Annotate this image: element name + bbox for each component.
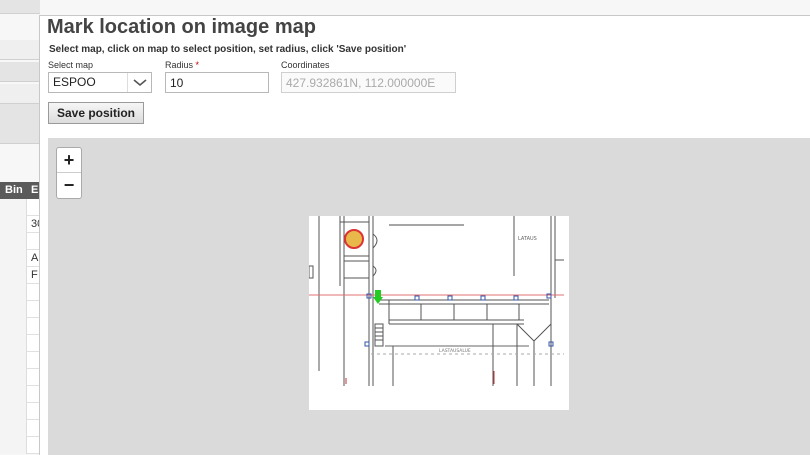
background-toolbar [0,0,40,14]
select-map-label: Select map [48,60,94,70]
background-table-header: Bin E [0,182,40,199]
zoom-control: + − [56,147,82,199]
coordinates-field [281,72,456,93]
background-panel [0,84,40,104]
zoom-in-button[interactable]: + [57,148,81,173]
mark-location-dialog: Mark location on image map Select map, c… [39,15,810,455]
table-row[interactable] [0,284,40,301]
svg-text:LASTAUSALUE: LASTAUSALUE [439,348,471,354]
table-row[interactable] [0,318,40,335]
table-row[interactable] [0,301,40,318]
table-row[interactable]: 30 [0,216,43,233]
table-row[interactable] [0,437,40,454]
location-radius-marker[interactable] [344,229,364,249]
svg-text:LATAUS: LATAUS [518,236,537,242]
table-row[interactable] [0,352,40,369]
floor-plan-image[interactable]: LATAUS LASTAUSALUE [308,216,569,410]
dialog-title: Mark location on image map [47,16,316,38]
save-position-button[interactable]: Save position [48,102,144,124]
radius-input[interactable] [165,72,269,93]
table-row[interactable]: A [0,250,40,267]
location-pin-icon[interactable] [373,290,383,304]
map-select[interactable]: ESPOO [48,72,152,93]
table-row[interactable] [0,199,40,216]
map-select-value: ESPOO [53,75,96,89]
table-row[interactable] [0,369,40,386]
background-panel [0,62,40,82]
background-panel [0,40,40,60]
chevron-down-icon[interactable] [127,73,151,92]
zoom-out-button[interactable]: − [57,173,81,198]
table-row[interactable] [0,386,40,403]
coordinates-label: Coordinates [281,60,330,70]
radius-label: Radius * [165,60,200,70]
header-cell-bin: Bin [5,184,23,196]
image-map[interactable]: + − LATAUS LASTAUSALUE [48,138,810,455]
dialog-instructions: Select map, click on map to select posit… [49,44,407,55]
table-row[interactable]: F [0,267,40,284]
table-row[interactable] [0,420,40,437]
table-row[interactable] [0,335,40,352]
table-row[interactable] [0,403,40,420]
header-cell-e: E [31,184,39,196]
table-row[interactable] [0,233,40,250]
background-panel [0,104,40,144]
required-marker: * [195,60,200,70]
